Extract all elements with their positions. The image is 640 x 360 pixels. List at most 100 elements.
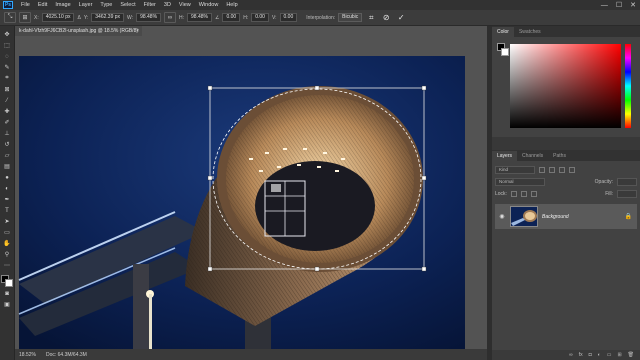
maximize-icon[interactable]: ☐ [616,1,622,9]
filter-adjustment-icon[interactable] [549,167,555,173]
layer-thumbnail [510,206,538,227]
photoshop-logo[interactable]: Ps [3,1,13,9]
lock-all-icon[interactable] [530,191,537,197]
hskew-label: H: [243,14,249,21]
tab-paths[interactable]: Paths [548,151,571,161]
more-tools-icon[interactable]: ⋯ [2,261,13,270]
background-color-swatch[interactable] [5,279,13,287]
h-field[interactable]: 98.48% [187,13,212,22]
fill-field[interactable] [617,190,637,198]
tab-channels[interactable]: Channels [517,151,548,161]
link-icon[interactable]: ∞ [164,12,177,23]
new-layer-icon[interactable]: ⊞ [617,352,621,358]
layer-name[interactable]: Background [542,214,569,220]
dodge-tool-icon[interactable]: ◐ [2,184,13,193]
menu-type[interactable]: Type [96,0,116,10]
menu-layer[interactable]: Layer [75,0,97,10]
filter-pixel-icon[interactable] [539,167,545,173]
link-layers-icon[interactable]: ∞ [569,352,573,358]
tab-color[interactable]: Color [492,27,514,37]
canvas-image[interactable] [15,36,487,349]
vskew-field[interactable]: 0.00 [279,13,298,22]
canvas-area[interactable] [15,36,487,349]
blur-tool-icon[interactable]: ● [2,173,13,182]
menu-select[interactable]: Select [116,0,139,10]
lasso-tool-icon[interactable]: ◌ [2,52,13,61]
add-mask-icon[interactable]: ◘ [589,352,592,358]
commit-transform-icon[interactable]: ✓ [395,13,407,22]
menu-filter[interactable]: Filter [140,0,160,10]
interpolation-select[interactable]: Bicubic [338,13,363,22]
opacity-field[interactable] [617,178,637,186]
rectangle-tool-icon[interactable]: ▭ [2,228,13,237]
document-title: k-dahl-Vfzh9FJ6CB2I-unsplash.jpg @ 18.5%… [19,28,139,34]
adjustment-layer-icon[interactable]: ◐ [598,352,601,358]
zoom-tool-icon[interactable]: ⚲ [2,250,13,259]
healing-brush-tool-icon[interactable]: ✚ [2,107,13,116]
filter-type-icon[interactable] [559,167,565,173]
new-group-icon[interactable]: ▭ [607,352,612,358]
vskew-label: V: [271,14,277,21]
warp-icon[interactable]: ⌗ [365,13,377,23]
screen-mode-icon[interactable]: ▣ [2,300,13,309]
menu-image[interactable]: Image [51,0,74,10]
eraser-tool-icon[interactable]: ▱ [2,151,13,160]
move-tool-icon[interactable]: ✥ [2,30,13,39]
layers-panel-tabs: Layers Channels Paths [492,150,640,161]
fill-label: Fill: [605,191,613,197]
menu-view[interactable]: View [175,0,195,10]
filter-shape-icon[interactable] [569,167,575,173]
type-tool-icon[interactable]: T [2,206,13,215]
document-tab[interactable]: k-dahl-Vfzh9FJ6CB2I-unsplash.jpg @ 18.5%… [15,26,142,36]
color-panel [492,37,640,137]
history-brush-tool-icon[interactable]: ↺ [2,140,13,149]
color-swatches[interactable] [1,275,13,287]
menu-file[interactable]: File [17,0,34,10]
panel-background-swatch[interactable] [501,48,509,56]
kind-filter-select[interactable]: Kind [495,166,535,174]
layer-lock-icon[interactable]: 🔒 [625,213,632,220]
lock-position-icon[interactable] [520,191,527,197]
gradient-tool-icon[interactable]: ▤ [2,162,13,171]
reference-point-icon[interactable]: ⊞ [19,12,31,23]
tab-swatches[interactable]: Swatches [514,27,546,37]
menu-3d[interactable]: 3D [160,0,175,10]
zoom-level[interactable]: 18.52% [19,352,36,358]
clone-stamp-tool-icon[interactable]: ⊥ [2,129,13,138]
minimize-icon[interactable]: — [601,2,608,9]
eyedropper-tool-icon[interactable]: ⁄ [2,96,13,105]
hand-tool-icon[interactable]: ✋ [2,239,13,248]
path-selection-tool-icon[interactable]: ➤ [2,217,13,226]
y-field[interactable]: 3462.39 px [91,13,125,22]
color-picker-field[interactable] [510,44,621,128]
quick-select-tool-icon[interactable]: ✎ [2,63,13,72]
menu-window[interactable]: Window [195,0,223,10]
brush-tool-icon[interactable]: ✐ [2,118,13,127]
hskew-field[interactable]: 0.00 [251,13,269,22]
cancel-transform-icon[interactable]: ⊘ [380,13,392,22]
blend-mode-select[interactable]: Normal [495,178,545,186]
transform-tool-icon[interactable]: ⤡ [4,12,16,23]
x-field[interactable]: 4025.10 px [41,13,75,22]
delete-layer-icon[interactable]: 🗑 [628,352,634,358]
crop-tool-icon[interactable]: ⌗ [2,74,13,83]
close-document-icon[interactable]: × [136,26,139,36]
fx-icon[interactable]: fx [579,352,583,358]
frame-tool-icon[interactable]: ⊠ [2,85,13,94]
angle-field[interactable]: 0.00 [222,13,241,22]
y-label: Y: [83,14,89,21]
quick-mask-icon[interactable]: ◙ [2,289,13,298]
layer-row-background[interactable]: ◉ Background 🔒 [495,204,637,229]
w-field[interactable]: 98.48% [136,13,162,22]
visibility-eye-icon[interactable]: ◉ [498,213,506,220]
menu-help[interactable]: Help [222,0,241,10]
hue-slider[interactable] [625,44,631,128]
close-icon[interactable]: ✕ [630,1,636,9]
lock-pixels-icon[interactable] [510,191,517,197]
window-controls: — ☐ ✕ [601,0,636,10]
tab-layers[interactable]: Layers [492,151,518,161]
marquee-tool-icon[interactable]: ⬚ [2,41,13,50]
pen-tool-icon[interactable]: ✒ [2,195,13,204]
delta-icon: Δ [77,14,81,21]
menu-edit[interactable]: Edit [34,0,51,10]
